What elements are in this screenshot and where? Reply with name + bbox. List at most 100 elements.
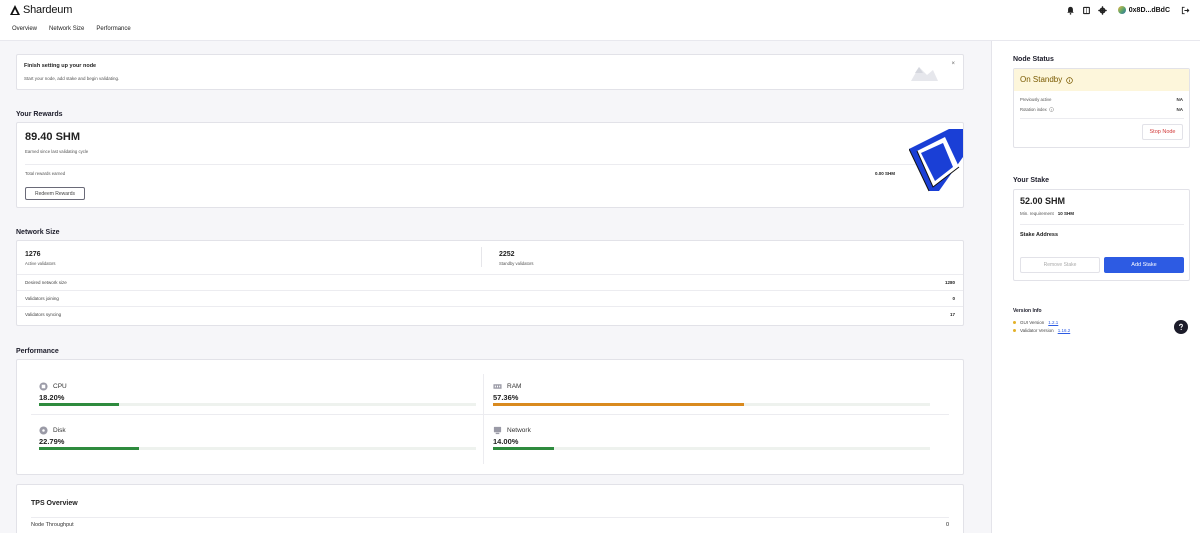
bell-icon[interactable] [1066, 5, 1076, 15]
progress-fill [39, 447, 139, 450]
bullet-icon [1013, 321, 1016, 324]
gui-version-label: GUI Version [1020, 320, 1045, 325]
main-content: Finish setting up your node Start your n… [0, 41, 991, 533]
avatar [1117, 6, 1126, 14]
divider [1020, 118, 1184, 119]
side-panel: Node Status On Standby Previously active… [991, 41, 1200, 533]
validator-version-row: Validator Version 1.16.2 [1013, 328, 1070, 333]
divider [31, 517, 949, 518]
node-throughput-label: Node Throughput [31, 522, 74, 528]
top-bar: Shardeum 0x8D...dBdC [0, 0, 1200, 20]
redeem-rewards-button[interactable]: Redeem Rewards [25, 187, 85, 200]
gui-version-row: GUI Version 1.2.1 [1013, 320, 1058, 325]
active-validators-label: Active validators [25, 261, 56, 266]
banner-title: Finish setting up your node [24, 63, 97, 69]
metric-value: 22.79% [39, 437, 65, 446]
version-info-title: Version Info [1013, 308, 1042, 314]
banner-subtitle: Start your node, add stake and begin val… [24, 76, 120, 81]
progress-track [493, 447, 930, 450]
standby-validators-label: Standby validators [499, 261, 534, 266]
logo[interactable]: Shardeum [9, 4, 72, 16]
stake-card: 52.00 SHM Min. requirement 10 SHM Stake A… [1013, 189, 1190, 281]
metric-name: Network [507, 427, 531, 434]
bullet-icon [1013, 329, 1016, 332]
node-throughput-value: 0 [945, 522, 949, 528]
book-icon[interactable] [1082, 5, 1092, 15]
row-value: 0 [952, 296, 955, 301]
rewards-card: 89.40 SHM Earned since last validating c… [16, 122, 964, 208]
shardeum-logo-icon [10, 5, 20, 15]
validator-version-label: Validator Version [1020, 328, 1054, 333]
cpu-metric: CPU 18.20% [39, 376, 476, 420]
progress-fill [493, 403, 744, 406]
metric-name: CPU [53, 383, 67, 390]
progress-fill [39, 403, 119, 406]
row-label: Desired network size [25, 280, 67, 285]
node-status-title: Node Status [1013, 56, 1054, 63]
network-row: Validators joining 0 [17, 290, 963, 306]
stake-title: Your Stake [1013, 177, 1050, 184]
validator-version-link[interactable]: 1.16.2 [1058, 328, 1071, 333]
network-icon [493, 426, 502, 435]
close-icon[interactable]: × [951, 61, 955, 67]
min-requirement-value: 10 SHM [1057, 211, 1075, 216]
progress-track [39, 403, 476, 406]
help-icon[interactable] [1174, 320, 1188, 334]
remove-stake-button[interactable]: Remove Stake [1020, 257, 1100, 273]
network-section-title: Network Size [16, 229, 60, 236]
tab-performance[interactable]: Performance [96, 26, 130, 32]
progress-fill [493, 447, 555, 450]
previously-active-label: Previously active [1020, 97, 1052, 102]
ram-metric: RAM 57.36% [493, 376, 930, 420]
rewards-subtitle: Earned since last validating cycle [25, 149, 89, 154]
row-value: 1280 [944, 280, 955, 285]
divider [1020, 224, 1184, 225]
gear-icon[interactable] [1098, 5, 1108, 15]
row-label: Validators joining [25, 296, 59, 301]
metric-name: Disk [53, 427, 66, 434]
rotation-index-label: Rotation index [1020, 107, 1047, 112]
stake-address-label: Stake Address [1020, 232, 1059, 238]
rotation-index-row: Rotation index [1020, 107, 1054, 112]
info-icon[interactable] [1048, 107, 1054, 112]
wallet-address: 0x8D...dBdC [1128, 6, 1170, 14]
divider [483, 374, 484, 464]
divider [25, 164, 955, 165]
setup-banner: Finish setting up your node Start your n… [16, 54, 964, 90]
nav-tabs: Overview Network Size Performance [12, 26, 131, 32]
rewards-section-title: Your Rewards [16, 111, 63, 118]
rewards-amount: 89.40 SHM [25, 131, 81, 143]
metric-name: RAM [507, 383, 522, 390]
status-header: On Standby [1014, 69, 1189, 91]
previously-active-value: NA [1176, 97, 1184, 102]
ram-icon [493, 384, 502, 389]
node-status-card: On Standby Previously active NA Rotation… [1013, 68, 1190, 148]
progress-track [39, 447, 476, 450]
disk-icon [39, 426, 48, 435]
metric-value: 18.20% [39, 393, 65, 402]
network-metric: Network 14.00% [493, 420, 930, 464]
network-row: Validators syncing 17 [17, 306, 963, 322]
tab-network-size[interactable]: Network Size [49, 26, 84, 32]
stop-node-button[interactable]: Stop Node [1142, 124, 1183, 140]
progress-track [493, 403, 930, 406]
metric-value: 14.00% [493, 437, 519, 446]
metric-value: 57.36% [493, 393, 519, 402]
logout-icon[interactable] [1180, 5, 1190, 15]
wallet-address-button[interactable]: 0x8D...dBdC [1114, 5, 1174, 15]
gui-version-link[interactable]: 1.2.1 [1048, 320, 1058, 325]
add-stake-button[interactable]: Add Stake [1104, 257, 1184, 273]
total-rewards-value: 0.00 SHM [875, 171, 896, 176]
stake-amount: 52.00 SHM [1020, 196, 1066, 206]
divider [481, 247, 482, 267]
tps-title: TPS Overview [31, 500, 78, 507]
tab-overview[interactable]: Overview [12, 26, 37, 32]
active-validators-count: 1276 [25, 251, 41, 258]
network-size-card: 1276 Active validators 2252 Standby vali… [16, 240, 964, 326]
logo-text: Shardeum [23, 4, 73, 16]
info-icon[interactable] [1066, 77, 1073, 84]
min-requirement: Min. requirement 10 SHM [1020, 211, 1074, 216]
min-requirement-label: Min. requirement [1020, 211, 1054, 216]
status-badge: On Standby [1020, 75, 1063, 84]
performance-section-title: Performance [16, 348, 59, 355]
